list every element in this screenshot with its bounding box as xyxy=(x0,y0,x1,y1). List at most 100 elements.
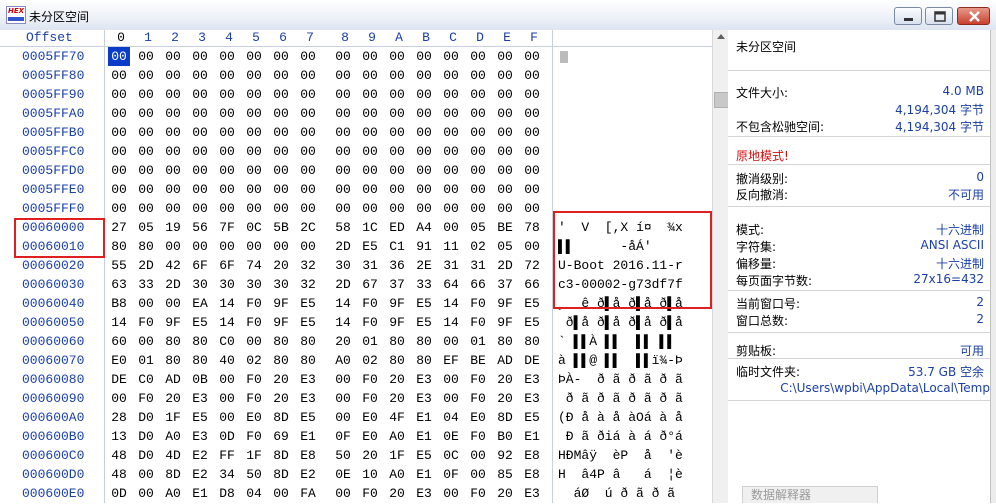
hex-byte[interactable]: 80 xyxy=(270,351,292,370)
hex-byte[interactable]: 00 xyxy=(270,484,292,503)
hex-byte[interactable]: 14 xyxy=(440,313,462,332)
text-column[interactable]: (Ð å à å àOá à å xyxy=(558,408,683,427)
hex-byte[interactable]: AD xyxy=(494,351,516,370)
hex-byte[interactable]: E3 xyxy=(521,370,543,389)
hex-byte[interactable]: 00 xyxy=(270,85,292,104)
hex-byte[interactable]: 14 xyxy=(440,294,462,313)
hex-byte[interactable]: 8D xyxy=(162,465,184,484)
hex-byte[interactable]: 14 xyxy=(216,294,238,313)
hex-byte[interactable]: E5 xyxy=(189,313,211,332)
hex-row[interactable]: 0005FF80 00 00 00 00 00 00 00 00 00 00 00 00 00 00 00 00 xyxy=(0,66,712,85)
hex-byte[interactable]: 00 xyxy=(270,142,292,161)
hex-byte[interactable]: 00 xyxy=(216,142,238,161)
hex-byte[interactable]: E8 xyxy=(297,446,319,465)
hex-byte[interactable]: E5 xyxy=(413,294,435,313)
hex-byte[interactable]: 00 xyxy=(162,199,184,218)
text-column[interactable]: HÐMâÿ èP å 'è xyxy=(558,446,683,465)
hex-byte[interactable]: 00 xyxy=(189,47,211,66)
hex-byte[interactable]: 14 xyxy=(332,313,354,332)
hex-byte[interactable]: 00 xyxy=(359,199,381,218)
hex-byte[interactable]: 00 xyxy=(297,237,319,256)
hex-byte[interactable]: 00 xyxy=(135,161,157,180)
hex-byte[interactable]: 04 xyxy=(440,408,462,427)
hex-byte[interactable]: 63 xyxy=(108,275,130,294)
text-column[interactable]: áØ ú ð ã ð ã xyxy=(558,484,675,503)
hex-byte[interactable]: 00 xyxy=(332,199,354,218)
hex-byte[interactable]: 10 xyxy=(359,465,381,484)
hex-byte[interactable]: A0 xyxy=(386,465,408,484)
hex-byte[interactable]: 00 xyxy=(359,104,381,123)
hex-byte[interactable]: 00 xyxy=(521,104,543,123)
hex-byte[interactable]: 80 xyxy=(521,332,543,351)
hex-byte[interactable]: 00 xyxy=(359,161,381,180)
hex-byte[interactable]: F0 xyxy=(467,370,489,389)
hex-byte[interactable]: 00 xyxy=(162,180,184,199)
hex-byte[interactable]: 30 xyxy=(270,275,292,294)
hex-byte[interactable]: 80 xyxy=(108,237,130,256)
hex-byte[interactable]: E0 xyxy=(108,351,130,370)
hex-byte[interactable]: BE xyxy=(467,351,489,370)
hex-byte[interactable]: E0 xyxy=(243,408,265,427)
hex-byte[interactable]: 00 xyxy=(243,123,265,142)
hex-byte[interactable]: 00 xyxy=(162,237,184,256)
hex-byte[interactable]: 00 xyxy=(521,180,543,199)
hex-byte[interactable]: E0 xyxy=(467,408,489,427)
hex-byte[interactable]: 00 xyxy=(386,104,408,123)
hex-byte[interactable]: 2D xyxy=(494,256,516,275)
hex-row[interactable]: 000600C0 48 D0 4D E2 FF 1F 8D E8 50 20 1F E5 0C 00 92 E8… xyxy=(0,446,712,465)
hex-byte[interactable]: E1 xyxy=(189,484,211,503)
hex-byte[interactable]: 9F xyxy=(386,294,408,313)
hex-byte[interactable]: F0 xyxy=(467,313,489,332)
hex-byte[interactable]: E5 xyxy=(297,408,319,427)
hex-row[interactable]: 0005FFD0 00 00 00 00 00 00 00 00 00 00 00 00 00 00 00 00 xyxy=(0,161,712,180)
hex-byte[interactable]: F0 xyxy=(243,294,265,313)
hex-byte[interactable]: 80 xyxy=(189,351,211,370)
hex-byte[interactable]: F0 xyxy=(243,370,265,389)
hex-byte[interactable]: 00 xyxy=(216,370,238,389)
hex-byte[interactable]: 0B xyxy=(189,370,211,389)
hex-byte[interactable]: 00 xyxy=(440,142,462,161)
hex-byte[interactable]: 58 xyxy=(332,218,354,237)
hex-byte[interactable]: 91 xyxy=(413,237,435,256)
hex-row[interactable]: 0005FFA0 00 00 00 00 00 00 00 00 00 00 00 00 00 00 00 00 xyxy=(0,104,712,123)
hex-byte[interactable]: 02 xyxy=(467,237,489,256)
hex-byte[interactable]: 00 xyxy=(440,484,462,503)
hex-byte[interactable]: 00 xyxy=(467,142,489,161)
hex-byte[interactable]: 00 xyxy=(332,180,354,199)
hex-byte[interactable]: 00 xyxy=(332,408,354,427)
hex-byte[interactable]: 00 xyxy=(108,123,130,142)
hex-byte[interactable]: 00 xyxy=(270,199,292,218)
hex-byte[interactable]: 00 xyxy=(413,104,435,123)
hex-byte[interactable]: 00 xyxy=(521,66,543,85)
hex-byte[interactable]: 00 xyxy=(386,123,408,142)
hex-byte[interactable]: BE xyxy=(494,218,516,237)
hex-byte[interactable]: 00 xyxy=(359,180,381,199)
hex-row[interactable]: 000600B0 13 D0 A0 E3 0D F0 69 E1 0F E0 A0 E1 0E F0 B0 E1… xyxy=(0,427,712,446)
hex-byte[interactable]: 00 xyxy=(162,142,184,161)
hex-byte[interactable]: 00 xyxy=(297,123,319,142)
hex-byte[interactable]: 00 xyxy=(494,47,516,66)
hex-byte[interactable]: 00 xyxy=(135,104,157,123)
hex-byte[interactable]: 00 xyxy=(494,199,516,218)
hex-byte[interactable]: 00 xyxy=(359,47,381,66)
hex-byte[interactable]: 30 xyxy=(332,256,354,275)
text-column[interactable]: ÞÀ- ð ã ð ã ð ã xyxy=(558,370,683,389)
hex-byte[interactable]: 00 xyxy=(243,66,265,85)
hex-byte[interactable]: 00 xyxy=(440,85,462,104)
hex-byte[interactable]: ED xyxy=(386,218,408,237)
hex-byte[interactable]: 00 xyxy=(359,123,381,142)
hex-byte[interactable]: F0 xyxy=(359,370,381,389)
hex-byte[interactable]: 40 xyxy=(216,351,238,370)
hex-byte[interactable]: 9F xyxy=(270,294,292,313)
minimize-button[interactable] xyxy=(894,7,922,25)
scroll-up-icon[interactable] xyxy=(717,34,725,39)
hex-byte[interactable]: 00 xyxy=(135,465,157,484)
hex-byte[interactable]: 69 xyxy=(270,427,292,446)
hex-byte[interactable]: 05 xyxy=(135,218,157,237)
hex-row[interactable]: 00060060 60 00 80 80 C0 00 80 80 20 01 80 80 00 01 80 80… xyxy=(0,332,712,351)
hex-byte[interactable]: 1C xyxy=(359,218,381,237)
hex-byte[interactable]: 00 xyxy=(521,123,543,142)
hex-byte[interactable]: 6F xyxy=(216,256,238,275)
hex-byte[interactable]: 00 xyxy=(189,237,211,256)
hex-byte[interactable]: E3 xyxy=(297,389,319,408)
